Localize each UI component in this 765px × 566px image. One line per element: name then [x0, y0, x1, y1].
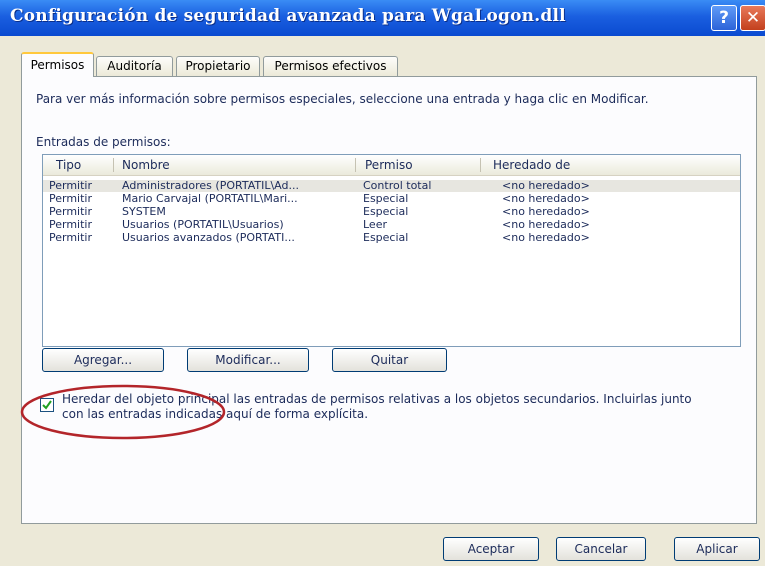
table-row[interactable]: Permitir Mario Carvajal (PORTATIL\Mari..…	[43, 192, 740, 205]
permissions-list[interactable]: Tipo Nombre Permiso Heredado de Permitir…	[42, 154, 741, 347]
inherit-text-line1[interactable]: Heredar del objeto principal las entrada…	[62, 392, 692, 406]
title-bar: Configuración de seguridad avanzada para…	[0, 0, 765, 36]
help-icon[interactable]: ?	[711, 5, 737, 31]
column-header-heredado[interactable]: Heredado de	[493, 158, 570, 172]
entries-label: Entradas de permisos:	[36, 135, 171, 149]
table-row[interactable]: Permitir SYSTEM Especial <no heredado>	[43, 205, 740, 218]
cancel-button[interactable]: Cancelar	[556, 537, 646, 561]
list-header: Tipo Nombre Permiso Heredado de	[43, 155, 740, 176]
table-row[interactable]: Permitir Usuarios avanzados (PORTATI... …	[43, 231, 740, 244]
security-dialog: Configuración de seguridad avanzada para…	[0, 0, 765, 566]
window-title: Configuración de seguridad avanzada para…	[10, 6, 566, 26]
apply-button[interactable]: Aplicar	[674, 537, 760, 561]
column-header-nombre[interactable]: Nombre	[122, 158, 170, 172]
tab-propietario[interactable]: Propietario	[176, 56, 260, 76]
column-header-tipo[interactable]: Tipo	[56, 158, 81, 172]
inherit-text-line2[interactable]: con las entradas indicadas aquí de forma…	[62, 407, 368, 421]
check-icon	[42, 400, 52, 410]
accept-button[interactable]: Aceptar	[443, 537, 539, 561]
close-icon[interactable]: ✕	[740, 5, 765, 31]
modify-button[interactable]: Modificar...	[187, 348, 309, 372]
add-button[interactable]: Agregar...	[42, 348, 164, 372]
tab-permisos-efectivos[interactable]: Permisos efectivos	[263, 56, 398, 76]
tab-permisos[interactable]: Permisos	[21, 52, 94, 77]
column-header-permiso[interactable]: Permiso	[365, 158, 413, 172]
inherit-checkbox[interactable]	[40, 398, 54, 412]
table-row[interactable]: Permitir Usuarios (PORTATIL\Usuarios) Le…	[43, 218, 740, 231]
info-text: Para ver más información sobre permisos …	[36, 92, 649, 106]
tab-auditoria[interactable]: Auditoría	[96, 56, 173, 76]
remove-button[interactable]: Quitar	[332, 348, 447, 372]
table-row[interactable]: Permitir Administradores (PORTATIL\Ad...…	[43, 179, 740, 192]
